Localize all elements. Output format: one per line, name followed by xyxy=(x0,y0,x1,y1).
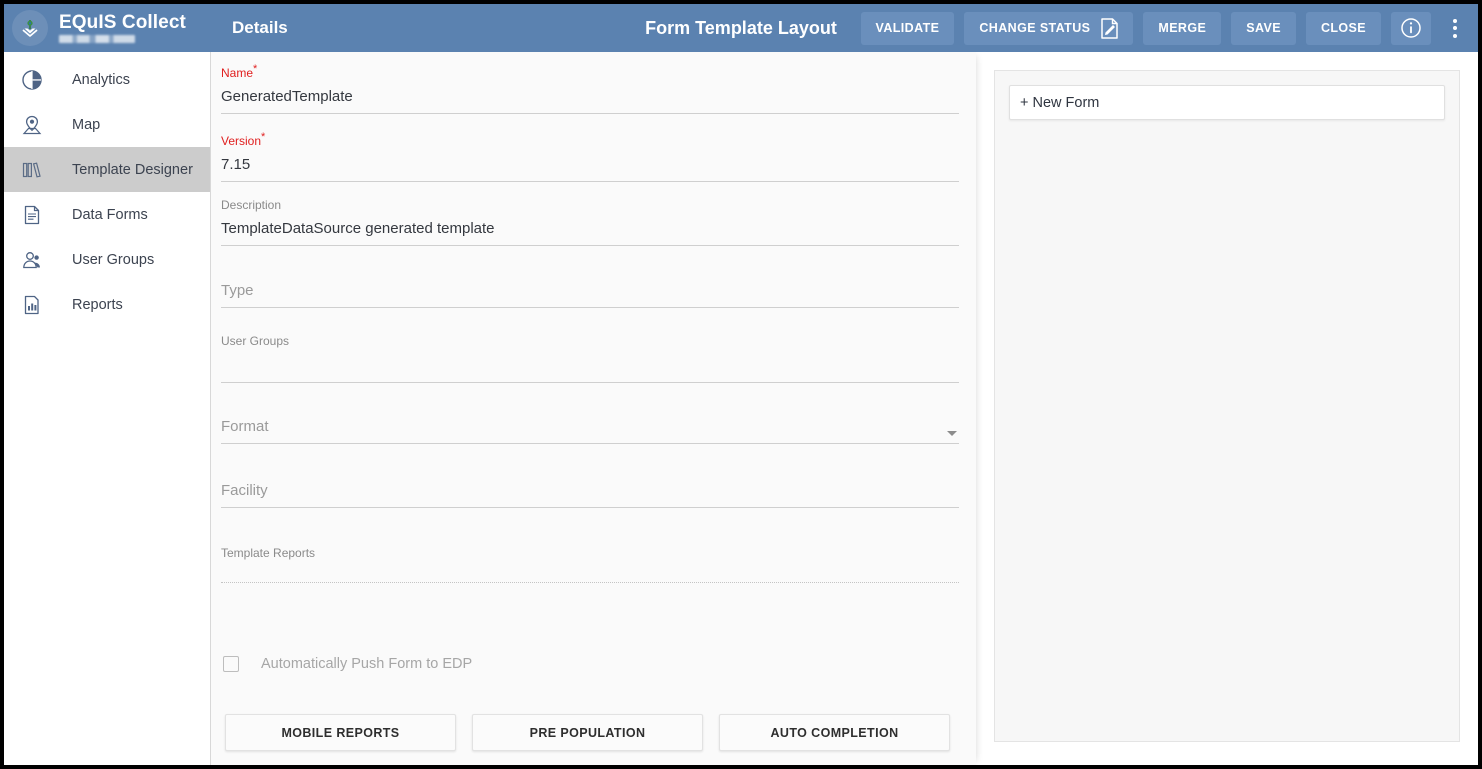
name-field[interactable]: Name* GeneratedTemplate xyxy=(221,62,959,114)
brand-text: EQuIS Collect xyxy=(59,13,186,43)
bar-chart-report-icon xyxy=(17,294,47,316)
document-icon xyxy=(17,204,47,226)
template-reports-field-underline xyxy=(221,582,959,583)
mobile-reports-button[interactable]: MOBILE REPORTS xyxy=(225,714,456,751)
body-row: Analytics Map Template Designer Data For… xyxy=(4,52,1478,765)
format-field-placeholder: Format xyxy=(221,418,269,435)
auto-push-checkbox-row[interactable]: Automatically Push Form to EDP xyxy=(223,656,472,672)
facility-field-underline xyxy=(221,507,959,508)
edit-document-icon xyxy=(1101,17,1119,39)
close-button[interactable]: CLOSE xyxy=(1305,11,1381,45)
save-button-label: SAVE xyxy=(1246,21,1281,35)
auto-push-checkbox[interactable] xyxy=(223,656,239,672)
auto-push-checkbox-label: Automatically Push Form to EDP xyxy=(261,656,473,672)
pre-population-button[interactable]: PRE POPULATION xyxy=(472,714,703,751)
close-button-label: CLOSE xyxy=(1320,21,1366,35)
validate-button[interactable]: VALIDATE xyxy=(860,11,955,45)
description-field[interactable]: Description TemplateDataSource generated… xyxy=(221,198,959,246)
auto-completion-button[interactable]: AUTO COMPLETION xyxy=(719,714,950,751)
main-content: Name* GeneratedTemplate Version* 7.15 De… xyxy=(211,52,1478,765)
overflow-menu-button[interactable] xyxy=(1440,12,1470,45)
forms-panel-card: + New Form xyxy=(994,70,1460,742)
sidebar-item-reports[interactable]: Reports xyxy=(4,282,210,327)
new-form-button[interactable]: + New Form xyxy=(1009,85,1445,120)
user-groups-field[interactable]: User Groups xyxy=(221,334,959,383)
info-button[interactable] xyxy=(1391,11,1431,45)
type-field-placeholder: Type xyxy=(221,282,254,299)
users-icon xyxy=(17,249,47,271)
description-field-value: TemplateDataSource generated template xyxy=(221,220,495,237)
forms-panel: + New Form xyxy=(976,52,1478,765)
version-field-underline xyxy=(221,181,959,182)
user-groups-field-label: User Groups xyxy=(221,334,290,348)
template-details-form: Name* GeneratedTemplate Version* 7.15 De… xyxy=(211,52,976,765)
type-field-underline xyxy=(221,307,959,308)
template-reports-field-label: Template Reports xyxy=(221,546,316,560)
facility-field-placeholder: Facility xyxy=(221,482,268,499)
sidebar-item-template-designer[interactable]: Template Designer xyxy=(4,147,210,192)
form-action-buttons: MOBILE REPORTS PRE POPULATION AUTO COMPL… xyxy=(225,714,950,751)
map-pin-icon xyxy=(17,114,47,136)
info-circle-icon xyxy=(1400,17,1422,39)
sidebar-item-label: Analytics xyxy=(72,71,131,88)
books-icon xyxy=(17,159,47,181)
sidebar-item-map[interactable]: Map xyxy=(4,102,210,147)
version-field[interactable]: Version* 7.15 xyxy=(221,130,959,182)
sidebar-item-label: Template Designer xyxy=(72,161,193,178)
name-field-label: Name* xyxy=(221,63,258,80)
template-reports-field[interactable]: Template Reports xyxy=(221,546,959,583)
top-app-bar: EQuIS Collect Details Form Template Layo… xyxy=(4,4,1478,52)
sidebar-item-user-groups[interactable]: User Groups xyxy=(4,237,210,282)
sidebar-item-label: Map xyxy=(72,116,101,133)
change-status-button-label: CHANGE STATUS xyxy=(979,21,1091,35)
sidebar-item-label: Data Forms xyxy=(72,206,148,223)
merge-button[interactable]: MERGE xyxy=(1143,11,1222,45)
brand-subtitle-redacted xyxy=(59,35,135,43)
description-field-label: Description xyxy=(221,198,282,212)
appbar-actions: VALIDATE CHANGE STATUS MERGE SAVE CLOSE xyxy=(851,11,1478,45)
sidebar-item-label: User Groups xyxy=(72,251,155,268)
kebab-dot xyxy=(1453,18,1457,23)
app-window: EQuIS Collect Details Form Template Layo… xyxy=(4,4,1478,765)
type-field[interactable]: Type xyxy=(221,281,959,308)
pie-chart-icon xyxy=(17,69,47,91)
format-field[interactable]: Format xyxy=(221,417,959,444)
details-label: Details xyxy=(232,18,288,37)
template-reports-field-chips xyxy=(221,560,959,576)
sidebar: Analytics Map Template Designer Data For… xyxy=(4,52,211,765)
merge-button-label: MERGE xyxy=(1158,21,1207,35)
sidebar-item-label: Reports xyxy=(72,296,123,313)
equis-logo-icon xyxy=(12,10,48,46)
kebab-dot xyxy=(1453,26,1457,30)
description-field-underline xyxy=(221,245,959,246)
sidebar-item-data-forms[interactable]: Data Forms xyxy=(4,192,210,237)
name-field-underline xyxy=(221,113,959,114)
chevron-down-icon[interactable] xyxy=(947,431,957,436)
kebab-dot xyxy=(1453,33,1457,38)
user-groups-field-underline xyxy=(221,382,959,383)
save-button[interactable]: SAVE xyxy=(1231,11,1296,45)
name-field-value: GeneratedTemplate xyxy=(221,88,353,105)
change-status-button[interactable]: CHANGE STATUS xyxy=(964,11,1134,45)
version-field-label: Version* xyxy=(221,131,266,148)
user-groups-field-chips xyxy=(221,348,959,376)
sidebar-item-analytics[interactable]: Analytics xyxy=(4,57,210,102)
brand-area: EQuIS Collect xyxy=(4,4,211,52)
facility-field[interactable]: Facility xyxy=(221,481,959,508)
format-field-underline xyxy=(221,443,959,444)
version-field-value: 7.15 xyxy=(221,156,251,173)
validate-button-label: VALIDATE xyxy=(875,21,940,35)
brand-title: EQuIS Collect xyxy=(59,12,186,33)
